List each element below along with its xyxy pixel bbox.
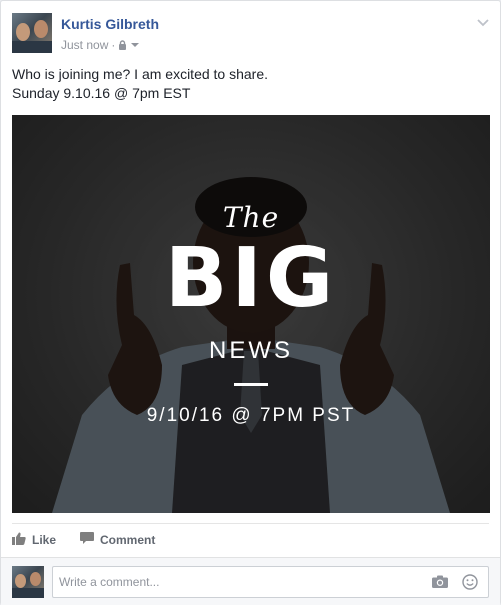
comment-box	[52, 566, 489, 598]
overlay-word-the: The	[222, 201, 280, 234]
comment-input[interactable]	[59, 567, 419, 597]
overlay-word-news: NEWS	[209, 337, 293, 364]
author-avatar[interactable]	[12, 13, 52, 53]
commenter-avatar[interactable]	[12, 566, 44, 598]
post-message: Who is joining me? I am excited to share…	[12, 65, 268, 103]
overlay-date: 9/10/16 @ 7PM PST	[146, 405, 356, 426]
privacy-dropdown-icon[interactable]	[130, 41, 140, 49]
post-card: Kurtis Gilbreth Just now · Who is joinin…	[0, 0, 501, 605]
comment-label: Comment	[100, 533, 156, 547]
post-actions: Like Comment	[12, 529, 155, 551]
image-overlay-text: The BIG NEWS 9/10/16 @ 7PM PST	[12, 115, 490, 513]
overlay-word-big: BIG	[164, 231, 338, 326]
lock-icon[interactable]	[118, 40, 127, 50]
actions-divider	[12, 523, 489, 524]
like-label: Like	[32, 533, 57, 547]
post-options-chevron-icon[interactable]	[476, 15, 490, 29]
like-button[interactable]: Like	[12, 532, 56, 548]
post-image[interactable]: The BIG NEWS 9/10/16 @ 7PM PST	[12, 115, 490, 513]
post-header: Kurtis Gilbreth Just now ·	[12, 13, 490, 57]
post-message-line-2: Sunday 9.10.16 @ 7pm EST	[12, 85, 191, 101]
comment-button[interactable]: Comment	[80, 532, 155, 548]
comment-composer	[1, 557, 500, 605]
meta-separator: ·	[111, 38, 116, 52]
post-message-line-1: Who is joining me? I am excited to share…	[12, 66, 269, 82]
speech-bubble-icon	[80, 532, 95, 548]
camera-icon[interactable]	[432, 575, 448, 593]
overlay-divider	[234, 383, 268, 386]
emoji-icon[interactable]	[462, 574, 478, 595]
post-timestamp[interactable]: Just now	[61, 38, 108, 52]
thumbs-up-icon	[12, 532, 26, 548]
post-meta: Just now ·	[61, 38, 140, 52]
author-name-link[interactable]: Kurtis Gilbreth	[61, 16, 159, 32]
